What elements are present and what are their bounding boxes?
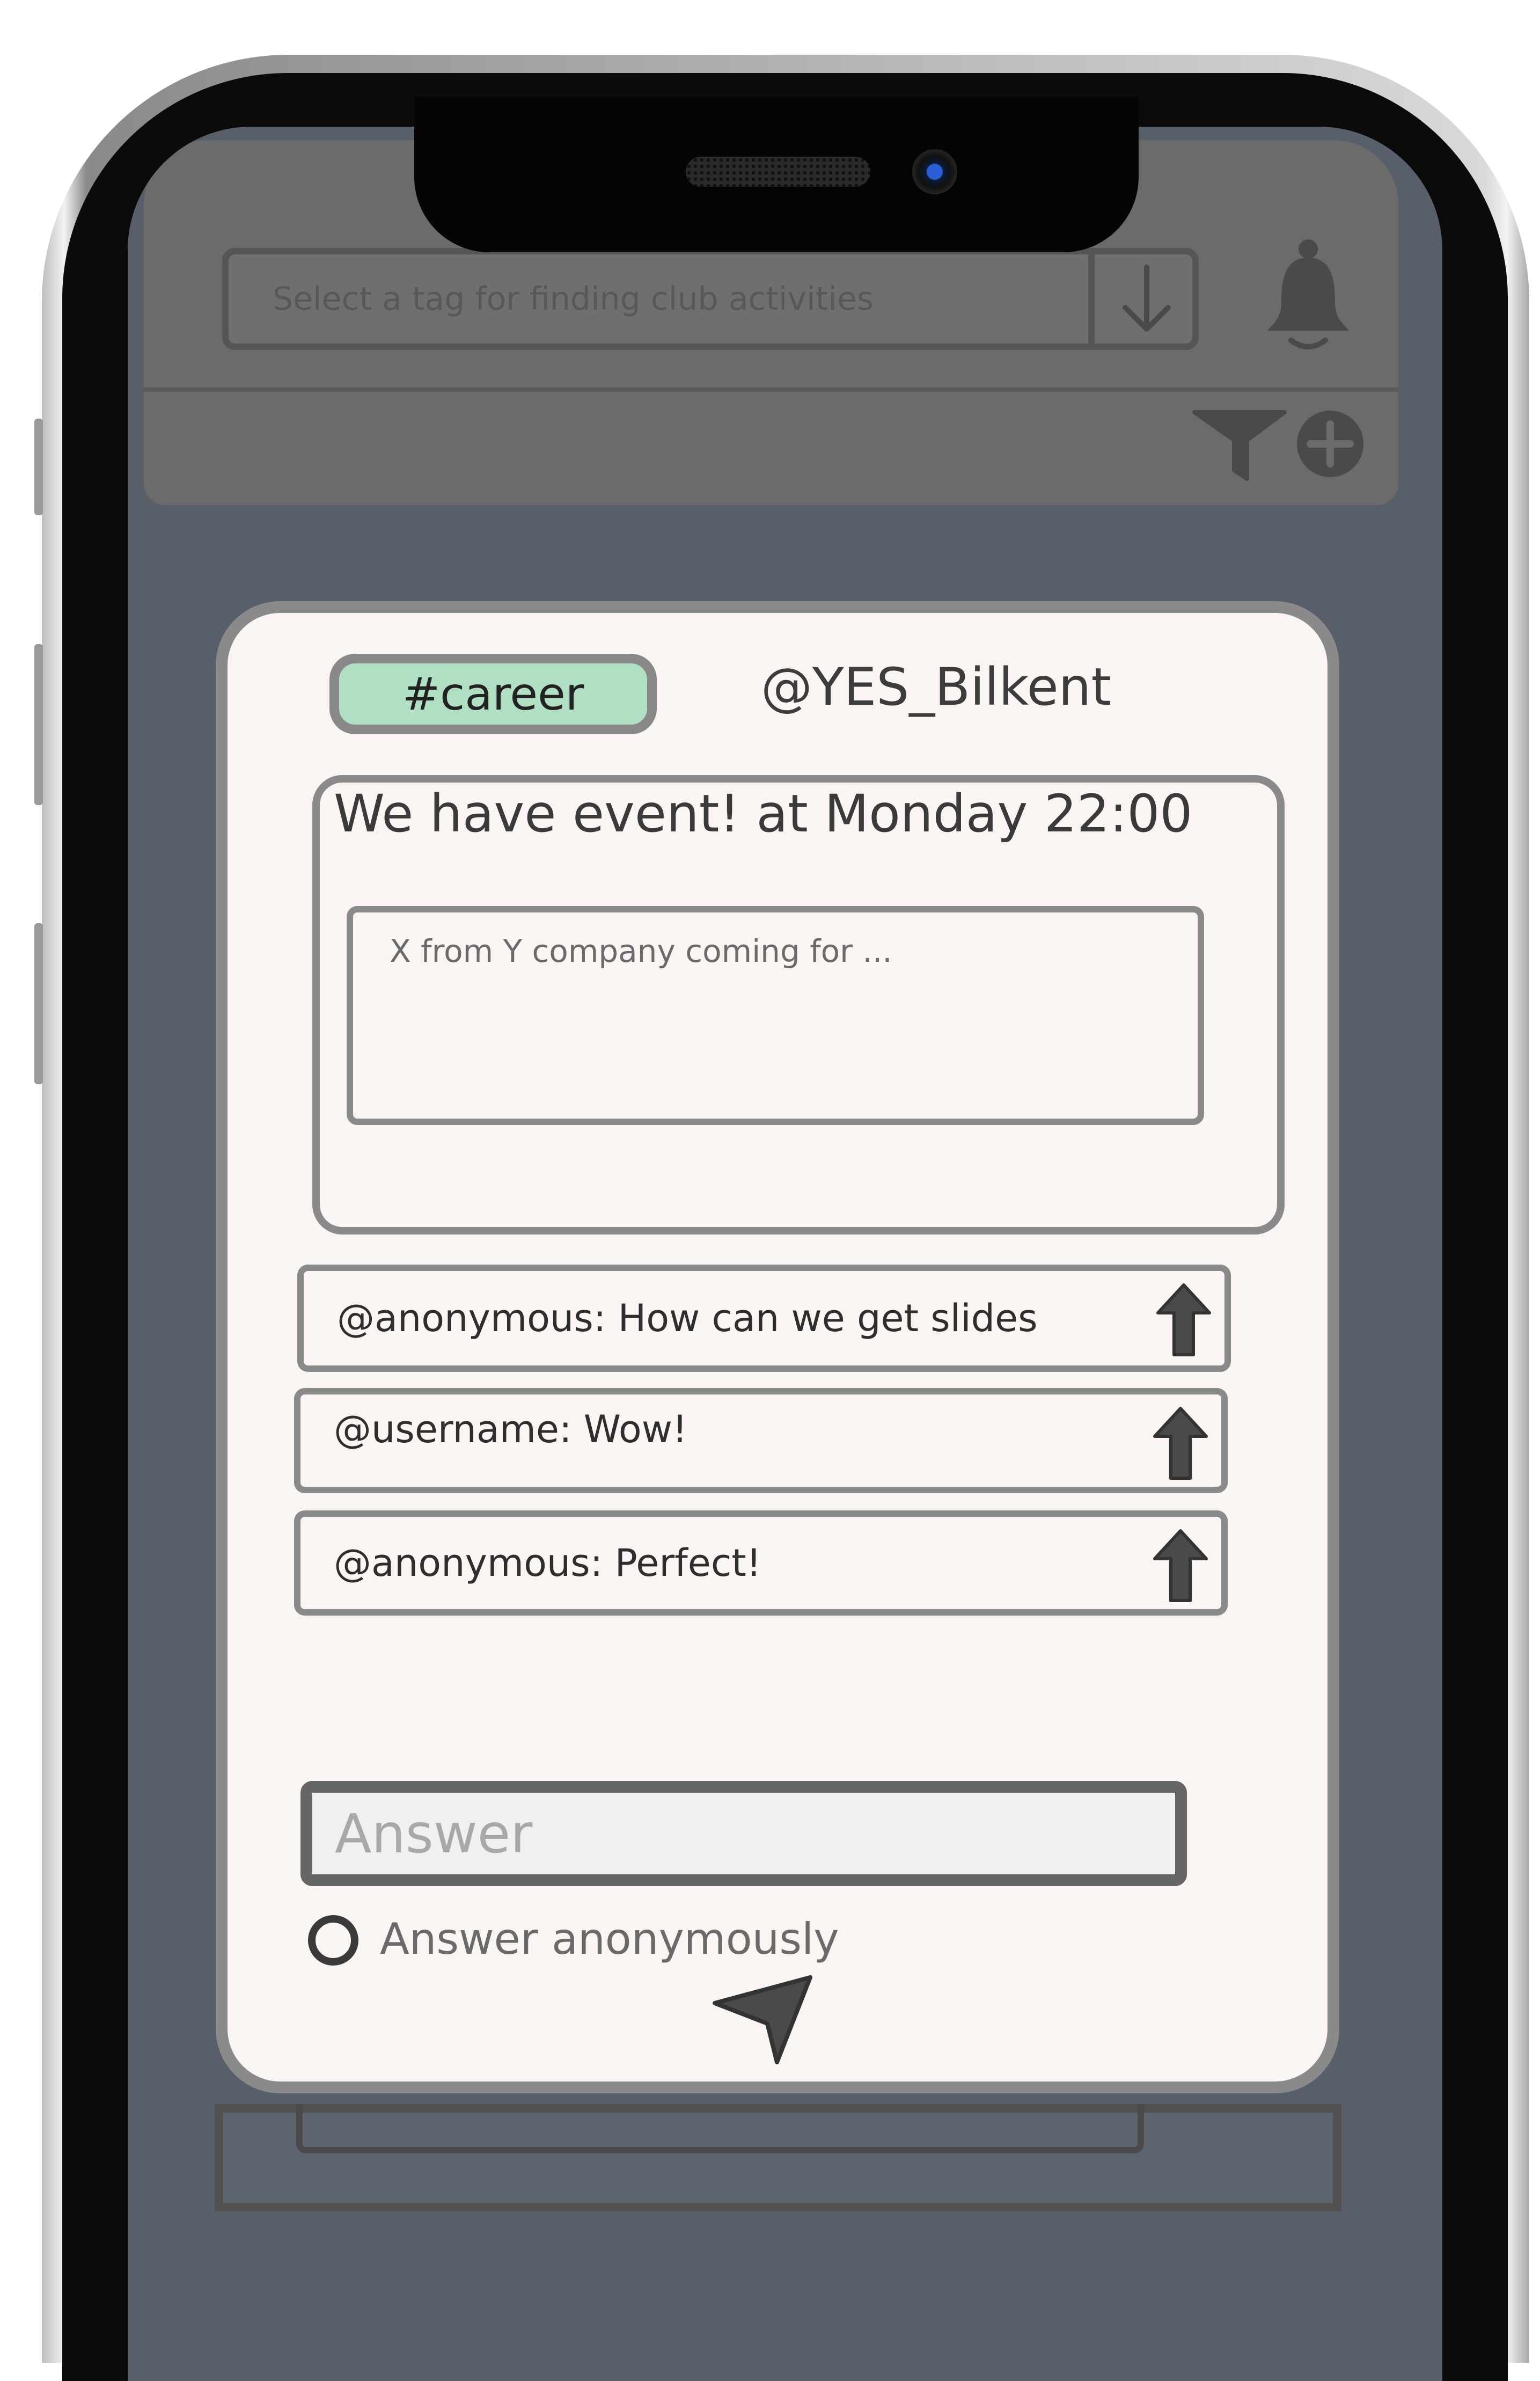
tag-chip[interactable]: #career (329, 654, 657, 734)
upvote-arrow-icon[interactable] (1152, 1281, 1216, 1361)
comment-row: @anonymous: Perfect! (294, 1510, 1228, 1616)
comment-text: @username: Wow! (334, 1407, 688, 1452)
comment-row: @username: Wow! (294, 1388, 1228, 1493)
anonymous-label: Answer anonymously (380, 1914, 839, 1964)
upvote-arrow-icon[interactable] (1148, 1527, 1213, 1607)
filter-icon[interactable] (1191, 408, 1288, 483)
club-handle[interactable]: @YES_Bilkent (761, 657, 1111, 717)
tag-select-placeholder: Select a tag for finding club activities (273, 280, 874, 318)
send-icon[interactable] (708, 1971, 816, 2068)
event-title: We have event! at Monday 22:00 (334, 784, 1193, 844)
silent-switch (34, 419, 43, 515)
camera-lens (912, 149, 957, 194)
down-arrow-icon[interactable] (1112, 262, 1182, 337)
background-panel-field (296, 2104, 1144, 2153)
comment-text: @anonymous: How can we get slides (337, 1296, 1038, 1340)
plus-circle-icon[interactable] (1295, 409, 1365, 479)
event-description: X from Y company coming for ... (390, 933, 892, 969)
answer-input[interactable] (300, 1781, 1187, 1886)
tag-select-divider (1088, 252, 1095, 346)
comment-text: @anonymous: Perfect! (334, 1541, 761, 1585)
comment-row: @anonymous: How can we get slides (297, 1265, 1231, 1372)
speaker-grille (686, 157, 870, 187)
anonymous-radio[interactable] (308, 1915, 358, 1966)
header-divider (144, 388, 1398, 392)
volume-up-button (34, 644, 43, 805)
volume-down-button (34, 923, 43, 1084)
tag-chip-label: #career (402, 668, 584, 720)
bell-icon[interactable] (1260, 238, 1356, 351)
upvote-arrow-icon[interactable] (1148, 1404, 1213, 1485)
